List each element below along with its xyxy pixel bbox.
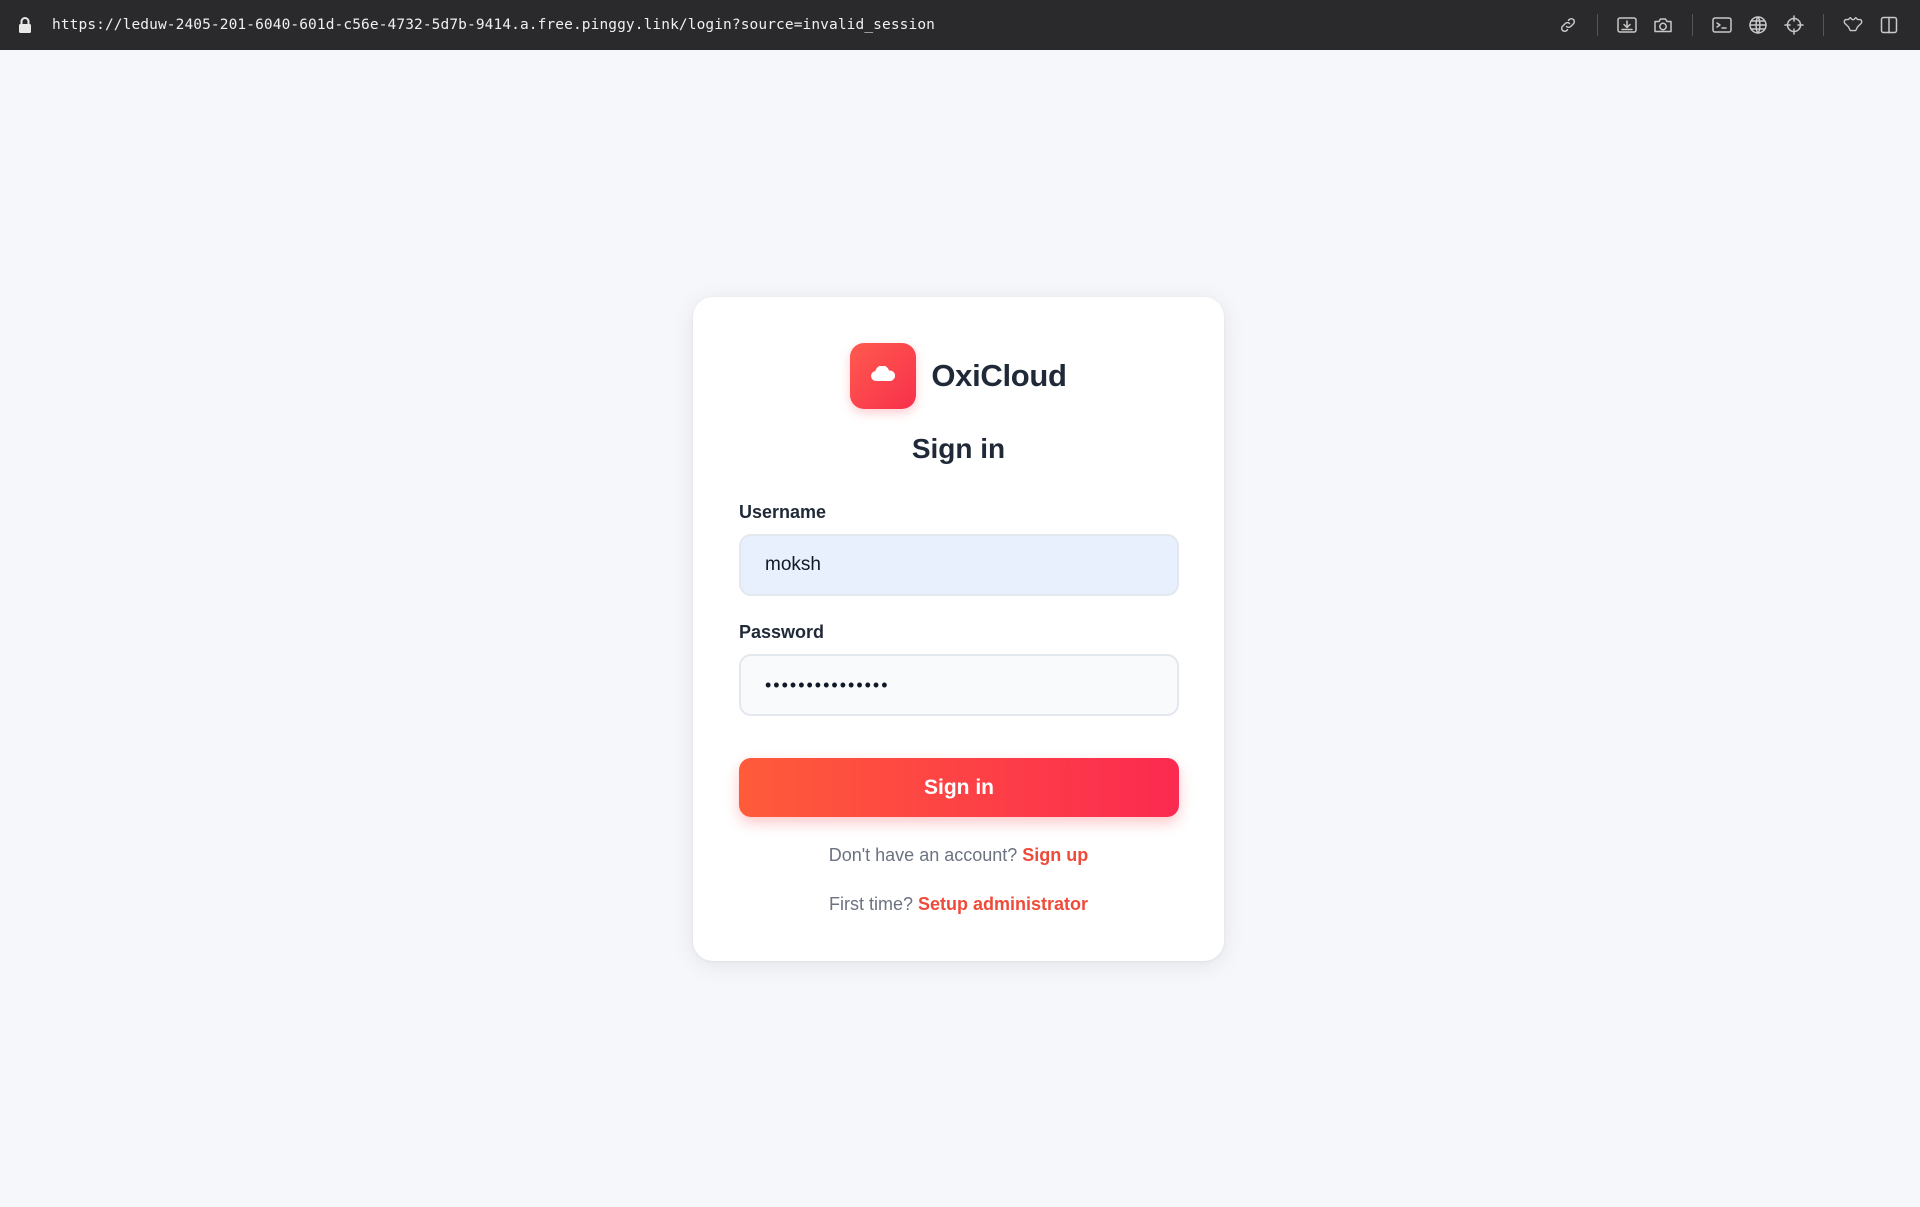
browser-toolbar: [1557, 14, 1900, 36]
signup-prompt-text: Don't have an account?: [828, 845, 1018, 865]
brand-name: OxiCloud: [931, 358, 1067, 393]
crosshair-icon[interactable]: [1783, 14, 1805, 36]
terminal-icon[interactable]: [1711, 14, 1733, 36]
setup-prompt-line: First time? Setup administrator: [693, 894, 1224, 915]
setup-administrator-link[interactable]: Setup administrator: [918, 894, 1088, 914]
url-text[interactable]: https://leduw-2405-201-6040-601d-c56e-47…: [52, 17, 935, 33]
sidebar-icon[interactable]: [1878, 14, 1900, 36]
browser-url-bar: https://leduw-2405-201-6040-601d-c56e-47…: [0, 0, 1920, 50]
password-input[interactable]: [739, 654, 1179, 716]
sign-in-button[interactable]: Sign in: [739, 758, 1179, 817]
username-label: Username: [739, 502, 827, 522]
download-image-icon[interactable]: [1616, 14, 1638, 36]
toolbar-divider: [1692, 14, 1693, 36]
toolbar-divider: [1823, 14, 1824, 36]
logo: [850, 343, 917, 409]
cloud-icon: [870, 364, 896, 387]
link-icon[interactable]: [1557, 14, 1579, 36]
brand-header: OxiCloud: [693, 343, 1224, 409]
extension-icon[interactable]: [1842, 14, 1864, 36]
globe-icon[interactable]: [1747, 14, 1769, 36]
setup-prompt-text: First time?: [828, 894, 913, 914]
lock-icon: [18, 16, 32, 34]
sign-up-link[interactable]: Sign up: [1022, 845, 1088, 865]
page-title: Sign in: [911, 433, 1006, 464]
login-card: OxiCloud Sign in Username Password Sign …: [693, 297, 1224, 961]
signup-prompt-line: Don't have an account? Sign up: [693, 845, 1224, 866]
toolbar-divider: [1597, 14, 1598, 36]
username-input[interactable]: [739, 534, 1179, 596]
camera-icon[interactable]: [1652, 14, 1674, 36]
password-label: Password: [739, 622, 825, 642]
